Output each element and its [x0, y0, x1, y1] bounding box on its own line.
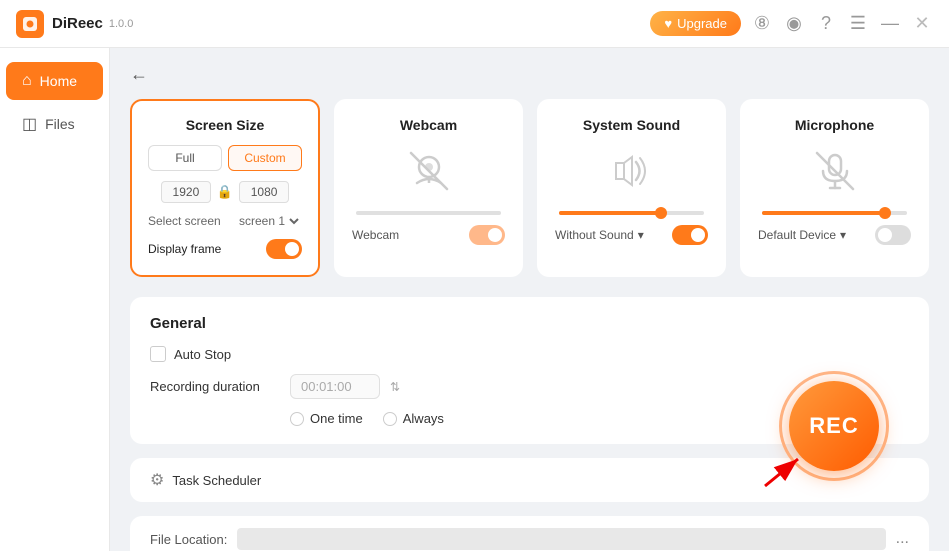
webcam-title: Webcam — [352, 117, 505, 133]
close-icon[interactable]: ✕ — [911, 13, 933, 34]
files-icon: ◫ — [22, 114, 37, 134]
sidebar-item-home[interactable]: ⌂ Home — [6, 62, 103, 100]
auto-stop-label: Auto Stop — [174, 347, 231, 362]
screen-size-card: Screen Size Full Custom 🔒 Select screen … — [130, 99, 320, 277]
help-icon[interactable]: ? — [815, 13, 837, 34]
minimize-icon[interactable]: — — [879, 13, 901, 34]
screen-size-title: Screen Size — [148, 117, 302, 133]
general-title: General — [150, 315, 909, 332]
app-name: DiReec — [52, 15, 103, 32]
radio-always-circle — [383, 412, 397, 426]
sound-bottom-row: Without Sound ▾ — [555, 225, 708, 245]
duration-spinner-icon[interactable]: ⇅ — [390, 380, 400, 394]
auto-stop-row: Auto Stop — [150, 346, 909, 362]
mic-slider-track[interactable] — [762, 211, 907, 215]
file-path-bar — [237, 528, 885, 550]
cards-row: Screen Size Full Custom 🔒 Select screen … — [130, 99, 929, 277]
menu-icon[interactable]: ☰ — [847, 13, 869, 34]
microphone-title: Microphone — [758, 117, 911, 133]
upgrade-button[interactable]: ♥ Upgrade — [650, 11, 741, 36]
radio-one-time-circle — [290, 412, 304, 426]
sound-icon-wrap — [555, 145, 708, 197]
auto-stop-checkbox[interactable] — [150, 346, 166, 362]
back-button[interactable]: ← — [130, 64, 148, 85]
rec-outer-ring: REC — [779, 371, 889, 481]
radio-always[interactable]: Always — [383, 411, 444, 426]
sound-slider-row — [555, 211, 708, 215]
file-location-label: File Location: — [150, 532, 227, 547]
app-version: 1.0.0 — [109, 18, 133, 30]
settings-icon[interactable]: ◉ — [783, 13, 805, 34]
dimension-row: 🔒 — [148, 181, 302, 203]
sound-slider-track[interactable] — [559, 211, 704, 215]
mic-toggle[interactable] — [875, 225, 911, 245]
system-sound-card: System Sound — [537, 99, 726, 277]
webcam-slider-track[interactable] — [356, 211, 501, 215]
screen-select[interactable]: screen 1 — [235, 213, 302, 229]
gear-icon: ⚙ — [150, 470, 164, 490]
radio-one-time[interactable]: One time — [290, 411, 363, 426]
coin-icon[interactable]: ⑧ — [751, 13, 773, 34]
app-logo — [16, 10, 44, 38]
rec-button-area: REC — [779, 371, 889, 481]
webcam-icon-wrap — [352, 145, 505, 197]
webcam-slider-row — [352, 211, 505, 215]
width-input[interactable] — [161, 181, 211, 203]
height-input[interactable] — [239, 181, 289, 203]
webcam-label: Webcam — [352, 228, 399, 242]
mic-dropdown-icon[interactable]: ▾ — [840, 228, 846, 242]
display-frame-label: Display frame — [148, 242, 221, 256]
mic-slider-row — [758, 211, 911, 215]
upgrade-heart-icon: ♥ — [664, 16, 672, 31]
recording-duration-label: Recording duration — [150, 379, 280, 394]
sound-dropdown-icon[interactable]: ▾ — [638, 228, 644, 242]
sidebar: ⌂ Home ◫ Files — [0, 48, 110, 551]
webcam-toggle[interactable] — [469, 225, 505, 245]
webcam-icon — [403, 145, 455, 197]
custom-size-button[interactable]: Custom — [228, 145, 302, 171]
full-size-button[interactable]: Full — [148, 145, 222, 171]
webcam-card: Webcam Webcam — [334, 99, 523, 277]
sidebar-item-files-label: Files — [45, 116, 75, 132]
rec-label: REC — [809, 413, 858, 439]
display-frame-toggle[interactable] — [266, 239, 302, 259]
sidebar-item-home-label: Home — [40, 73, 77, 89]
titlebar-actions: ♥ Upgrade ⑧ ◉ ? ☰ — ✕ — [650, 11, 933, 36]
sound-volume-label: Without Sound ▾ — [555, 228, 644, 242]
arrow-icon — [760, 441, 810, 491]
titlebar: DiReec 1.0.0 ♥ Upgrade ⑧ ◉ ? ☰ — ✕ — [0, 0, 949, 48]
display-frame-row: Display frame — [148, 239, 302, 259]
file-location-section: File Location: ... — [130, 516, 929, 551]
lock-icon: 🔒 — [217, 184, 233, 200]
home-icon: ⌂ — [22, 72, 32, 90]
webcam-bottom-row: Webcam — [352, 225, 505, 245]
radio-always-label: Always — [403, 411, 444, 426]
mic-bottom-row: Default Device ▾ — [758, 225, 911, 245]
microphone-card: Microphone — [740, 99, 929, 277]
arrow-pointer — [760, 441, 810, 496]
file-dots-button[interactable]: ... — [896, 530, 909, 548]
select-screen-row: Select screen screen 1 — [148, 213, 302, 229]
mic-device-label: Default Device ▾ — [758, 228, 846, 242]
radio-one-time-label: One time — [310, 411, 363, 426]
duration-input[interactable] — [290, 374, 380, 399]
size-buttons: Full Custom — [148, 145, 302, 171]
select-screen-label: Select screen — [148, 214, 221, 228]
system-sound-title: System Sound — [555, 117, 708, 133]
sound-toggle[interactable] — [672, 225, 708, 245]
sound-icon — [606, 145, 658, 197]
mic-icon-wrap — [758, 145, 911, 197]
sidebar-item-files[interactable]: ◫ Files — [6, 104, 103, 144]
task-scheduler-label: Task Scheduler — [172, 473, 261, 488]
microphone-icon — [809, 145, 861, 197]
